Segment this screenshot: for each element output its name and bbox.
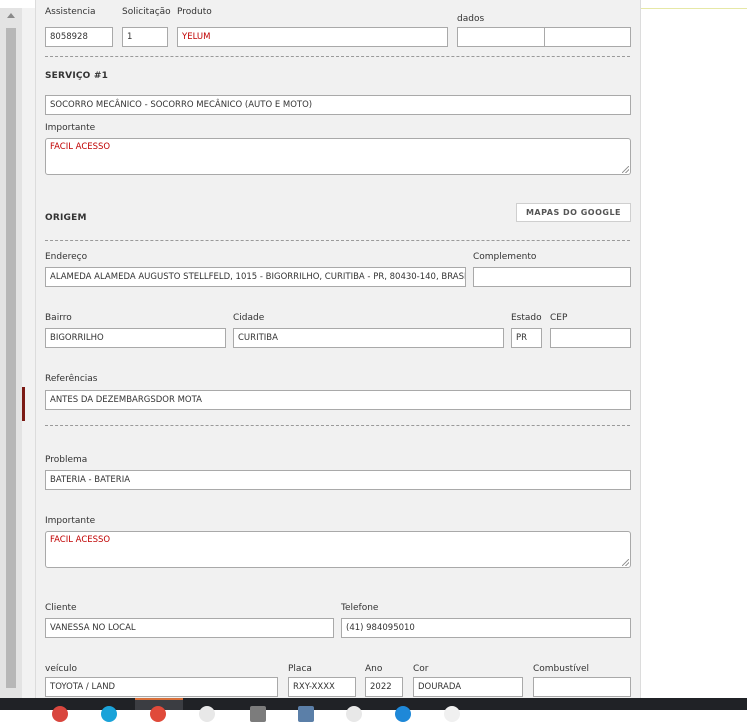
scroll-thumb[interactable] [6, 28, 16, 688]
problema-label: Problema [45, 455, 88, 465]
servico-input[interactable]: SOCORRO MECÂNICO - SOCORRO MECÂNICO (AUT… [45, 95, 631, 115]
solicitacao-input[interactable]: 1 [122, 27, 168, 47]
cep-input[interactable] [550, 328, 631, 348]
assistencia-label: Assistencia [45, 7, 96, 17]
left-strip [22, 8, 35, 698]
veiculo-label: veículo [45, 664, 78, 674]
servico-importante-label: Importante [45, 123, 96, 133]
folder-icon[interactable] [250, 706, 266, 722]
dados-label: dados [457, 14, 485, 24]
referencias-label: Referências [45, 374, 98, 384]
cor-label: Cor [413, 664, 429, 674]
ano-label: Ano [365, 664, 383, 674]
dados-input-2[interactable] [544, 27, 631, 47]
produto-label: Produto [177, 7, 212, 17]
solicitacao-label: Solicitação [122, 7, 171, 17]
app-icon[interactable] [298, 706, 314, 722]
endereco-label: Endereço [45, 252, 88, 262]
servico-importante-textarea[interactable]: FACIL ACESSO [45, 138, 631, 175]
record-icon[interactable] [52, 706, 68, 722]
bairro-input[interactable]: BIGORRILHO [45, 328, 226, 348]
google-maps-button[interactable]: MAPAS DO GOOGLE [516, 203, 631, 222]
combustivel-input[interactable] [533, 677, 631, 697]
complemento-input[interactable] [473, 267, 631, 287]
veiculo-input[interactable]: TOYOTA / LAND [45, 677, 278, 697]
cliente-input[interactable]: VANESSA NO LOCAL [45, 618, 334, 638]
browser-icon[interactable] [101, 706, 117, 722]
vertical-scrollbar[interactable] [0, 8, 22, 698]
divider [45, 425, 630, 426]
scroll-up-icon[interactable] [7, 13, 15, 18]
chrome-icon-2[interactable] [444, 706, 460, 722]
assistencia-input[interactable]: 8058928 [45, 27, 113, 47]
produto-input[interactable]: YELUM [177, 27, 448, 47]
referencias-input[interactable]: ANTES DA DEZEMBARGSDOR MOTA [45, 390, 631, 410]
endereco-input[interactable]: ALAMEDA ALAMEDA AUGUSTO STELLFELD, 1015 … [45, 267, 466, 287]
cidade-input[interactable]: CURITIBA [233, 328, 504, 348]
complemento-label: Complemento [473, 252, 537, 262]
dados-input-1[interactable] [457, 27, 545, 47]
resize-grip-icon[interactable] [622, 559, 629, 566]
estado-label: Estado [511, 313, 542, 323]
resize-grip-icon[interactable] [622, 166, 629, 173]
browser-icon-2[interactable] [346, 706, 362, 722]
cep-label: CEP [550, 313, 568, 323]
bairro-label: Bairro [45, 313, 72, 323]
problema-input[interactable]: BATERIA - BATERIA [45, 470, 631, 490]
taskbar [0, 698, 747, 722]
edge-icon[interactable] [395, 706, 411, 722]
active-app-icon[interactable] [150, 706, 166, 722]
placa-label: Placa [288, 664, 312, 674]
estado-input[interactable]: PR [511, 328, 542, 348]
chrome-icon[interactable] [199, 706, 215, 722]
divider [45, 56, 630, 57]
problema-importante-text: FACIL ACESSO [50, 535, 111, 545]
telefone-input[interactable]: (41) 984095010 [341, 618, 631, 638]
telefone-label: Telefone [341, 603, 379, 613]
cliente-label: Cliente [45, 603, 77, 613]
cidade-label: Cidade [233, 313, 265, 323]
cor-input[interactable]: DOURADA [413, 677, 523, 697]
combustivel-label: Combustível [533, 664, 590, 674]
divider [45, 240, 630, 241]
problema-importante-textarea[interactable]: FACIL ACESSO [45, 531, 631, 568]
row-marker [22, 387, 25, 421]
problema-importante-label: Importante [45, 516, 96, 526]
origem-title: ORIGEM [45, 213, 87, 223]
servico-importante-text: FACIL ACESSO [50, 142, 111, 152]
servico-title: SERVIÇO #1 [45, 71, 109, 81]
ano-input[interactable]: 2022 [365, 677, 403, 697]
placa-input[interactable]: RXY-XXXX [288, 677, 356, 697]
